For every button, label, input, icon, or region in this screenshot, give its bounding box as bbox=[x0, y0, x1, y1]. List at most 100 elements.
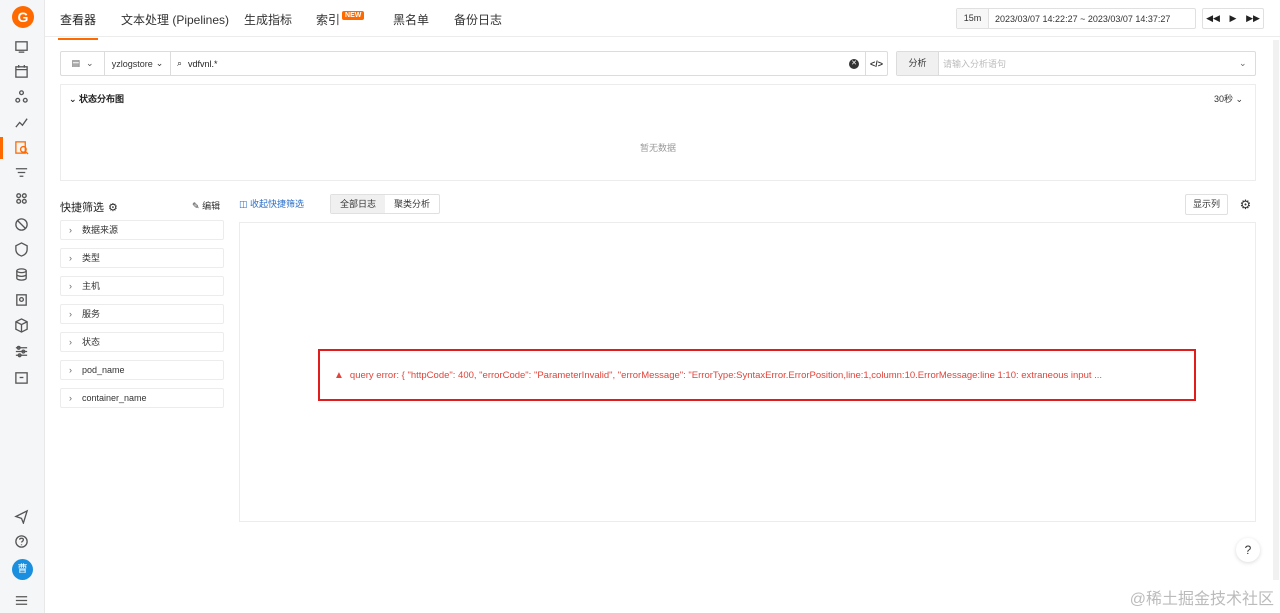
filter-item[interactable]: › container_name bbox=[60, 388, 224, 408]
filter-item[interactable]: › 服务 bbox=[60, 304, 224, 324]
time-range-picker[interactable]: 15m 2023/03/07 14:22:27 ~ 2023/03/07 14:… bbox=[956, 8, 1196, 29]
chevron-down-icon: ⌄ bbox=[69, 94, 80, 104]
quick-filter-title-text: 快捷筛选 bbox=[60, 202, 104, 214]
apps-icon[interactable] bbox=[12, 189, 30, 207]
menu-icon[interactable] bbox=[12, 591, 30, 609]
tab-cluster-analysis[interactable]: 聚类分析 bbox=[385, 195, 439, 213]
cube-icon[interactable] bbox=[12, 316, 30, 334]
watermark: @稀土掘金技术社区 bbox=[1129, 591, 1274, 608]
filter-item-label: 主机 bbox=[82, 281, 101, 291]
code-view-button[interactable]: </> bbox=[865, 52, 887, 75]
search-input[interactable]: ⌕ vdfvnl.* bbox=[171, 52, 849, 75]
rewind-button[interactable]: ◀◀ bbox=[1203, 9, 1223, 28]
view-tabs: 全部日志 聚类分析 bbox=[330, 194, 441, 214]
scrollbar[interactable] bbox=[1273, 40, 1279, 580]
tab-index-label: 索引 bbox=[316, 13, 341, 27]
play-button[interactable]: ▶ bbox=[1223, 9, 1243, 28]
chevron-right-icon: › bbox=[69, 393, 72, 403]
sidebar: G 曹 bbox=[0, 0, 45, 613]
security-icon[interactable] bbox=[12, 290, 30, 308]
filter-item[interactable]: › 类型 bbox=[60, 248, 224, 268]
warning-icon: ▲ bbox=[334, 369, 344, 381]
logstore-value: yzlogstore bbox=[111, 58, 153, 69]
settings-sliders-icon[interactable] bbox=[12, 342, 30, 360]
fast-forward-button[interactable]: ▶▶ bbox=[1243, 9, 1263, 28]
analysis-bar: 分析 请输入分析语句 ⌄ bbox=[896, 51, 1256, 76]
calendar-icon[interactable] bbox=[12, 62, 30, 80]
monitor-icon[interactable] bbox=[12, 215, 30, 233]
log-search-icon[interactable] bbox=[12, 138, 30, 156]
database-icon[interactable] bbox=[12, 265, 30, 283]
status-distribution-panel: ⌄ 状态分布图 30秒 ⌄ 暂无数据 bbox=[60, 84, 1256, 181]
filter-item-label: 服务 bbox=[82, 309, 101, 319]
tab-blacklist[interactable]: 黑名单 bbox=[393, 11, 429, 28]
log-type-icon: ▤ bbox=[71, 58, 80, 68]
chevron-down-icon[interactable]: ⌄ bbox=[1239, 58, 1255, 69]
chevron-right-icon: › bbox=[69, 337, 72, 347]
metrics-icon[interactable] bbox=[12, 112, 30, 130]
dashboard-icon[interactable] bbox=[12, 37, 30, 55]
chevron-down-icon: ⌄ bbox=[85, 58, 94, 68]
clear-icon[interactable]: ✕ bbox=[849, 58, 859, 69]
gear-icon[interactable]: ⚙ bbox=[1235, 194, 1256, 215]
filter-icon[interactable] bbox=[12, 163, 30, 181]
search-icon: ⌕ bbox=[177, 58, 183, 68]
chevron-right-icon: › bbox=[69, 309, 72, 319]
collapse-quick-filter-link[interactable]: ◫ 收起快捷筛选 bbox=[239, 197, 304, 210]
filter-item-label: container_name bbox=[82, 393, 147, 403]
panel-title[interactable]: ⌄ 状态分布图 bbox=[69, 92, 124, 105]
filter-item[interactable]: › 状态 bbox=[60, 332, 224, 352]
tab-viewer[interactable]: 查看器 bbox=[57, 11, 99, 40]
filter-item-label: 状态 bbox=[82, 337, 101, 347]
interval-value: 30秒 bbox=[1213, 94, 1233, 104]
filter-item-label: 类型 bbox=[82, 253, 101, 263]
help-button[interactable]: ? bbox=[1236, 538, 1260, 562]
edit-button[interactable]: ✎ 编辑 bbox=[192, 199, 220, 212]
avatar[interactable]: 曹 bbox=[12, 559, 33, 580]
pencil-icon: ✎ bbox=[192, 201, 200, 211]
help-circle-icon[interactable] bbox=[12, 532, 30, 550]
query-bar: ▤ ⌄ yzlogstore ⌄ ⌕ vdfvnl.* ✕ </> bbox=[60, 51, 888, 76]
chevron-right-icon: › bbox=[69, 253, 72, 263]
tab-index[interactable]: 索引 NEW bbox=[316, 11, 365, 28]
error-text: query error: { "httpCode": 400, "errorCo… bbox=[349, 369, 1103, 381]
new-badge: NEW bbox=[342, 11, 365, 20]
quick-filter-title: 快捷筛选 ⚙ bbox=[60, 199, 118, 215]
chevron-right-icon: › bbox=[69, 365, 72, 375]
playback-controls: ◀◀ ▶ ▶▶ bbox=[1202, 8, 1264, 29]
app-logo: G bbox=[12, 6, 34, 28]
tab-pipelines[interactable]: 文本处理 (Pipelines) bbox=[121, 11, 229, 28]
analysis-label: 分析 bbox=[897, 52, 939, 75]
quick-range[interactable]: 15m bbox=[957, 9, 989, 28]
tab-backup-logs[interactable]: 备份日志 bbox=[454, 11, 502, 28]
send-icon[interactable] bbox=[12, 507, 30, 525]
sidebar-active-indicator bbox=[0, 137, 3, 159]
edit-label: 编辑 bbox=[202, 201, 221, 211]
collapse-panel-icon: ◫ bbox=[239, 199, 248, 209]
panel-title-text: 状态分布图 bbox=[79, 94, 125, 104]
filter-item[interactable]: › 数据来源 bbox=[60, 220, 224, 240]
time-range-text[interactable]: 2023/03/07 14:22:27 ~ 2023/03/07 14:37:2… bbox=[989, 14, 1170, 24]
logstore-select[interactable]: yzlogstore ⌄ bbox=[105, 52, 171, 75]
tab-all-logs[interactable]: 全部日志 bbox=[331, 195, 386, 213]
filter-item-label: 数据来源 bbox=[82, 225, 119, 235]
empty-state: 暂无数据 bbox=[639, 143, 676, 153]
chevron-right-icon: › bbox=[69, 281, 72, 291]
tab-metrics[interactable]: 生成指标 bbox=[244, 11, 292, 28]
query-type-select[interactable]: ▤ ⌄ bbox=[61, 52, 105, 75]
interval-select[interactable]: 30秒 ⌄ bbox=[1214, 92, 1243, 105]
filter-item[interactable]: › 主机 bbox=[60, 276, 224, 296]
analysis-input[interactable]: 请输入分析语句 bbox=[939, 57, 1239, 70]
gear-icon[interactable]: ⚙ bbox=[108, 201, 118, 214]
filter-item[interactable]: › pod_name bbox=[60, 360, 224, 380]
filter-item-label: pod_name bbox=[82, 365, 125, 375]
search-value: vdfvnl.* bbox=[188, 58, 218, 69]
chevron-right-icon: › bbox=[69, 225, 72, 235]
collapse-label: 收起快捷筛选 bbox=[250, 199, 305, 209]
error-message: ▲ query error: { "httpCode": 400, "error… bbox=[318, 349, 1196, 401]
columns-button[interactable]: 显示列 bbox=[1185, 194, 1228, 215]
topology-icon[interactable] bbox=[12, 87, 30, 105]
chevron-down-icon: ⌄ bbox=[155, 58, 164, 68]
shield-icon[interactable] bbox=[12, 240, 30, 258]
archive-icon[interactable] bbox=[12, 368, 30, 386]
